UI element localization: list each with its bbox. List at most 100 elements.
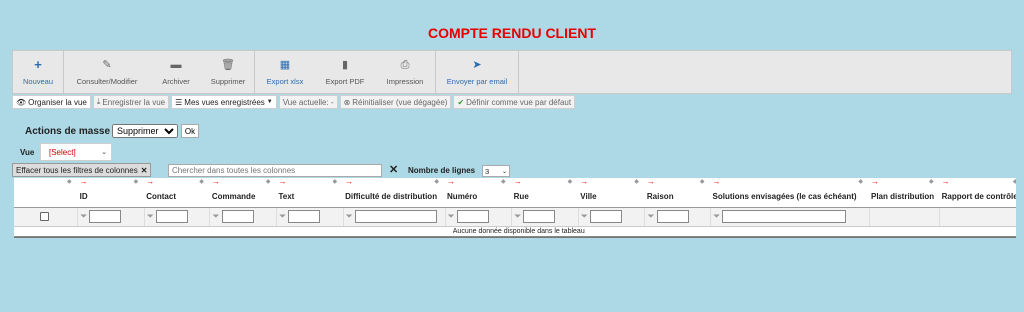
filter-input-contact[interactable] [155,210,188,223]
filter-input-id[interactable] [89,210,122,223]
archive-button[interactable]: ▬ Archiver [150,51,202,93]
filter-input-commande[interactable] [221,210,254,223]
empty-table-message: Aucune donnée disponible dans le tableau [14,226,1016,237]
mass-actions-select[interactable]: Supprimer [112,124,178,138]
select-column-header [14,187,78,208]
filter-input-text[interactable] [288,210,321,223]
save-view-label: Enregistrer la vue [102,97,166,107]
arrow-right-icon[interactable]: → [278,178,286,186]
data-table: ◆ →◆ →◆ →◆ →◆ →◆ →◆ →◆ →◆ →◆ →◆ →◆ →◆ ID… [14,178,1016,238]
arrow-right-icon[interactable]: → [713,178,721,186]
send-email-label: Envoyer par email [446,76,508,86]
move-handle-icon[interactable]: ◆ [434,178,439,185]
filter-input-ville[interactable] [589,210,622,223]
move-handle-icon[interactable]: ◆ [67,178,72,185]
set-default-view-button[interactable]: ✔ Définir comme vue par défaut [453,95,576,109]
filter-input-raison[interactable] [656,210,689,223]
arrow-right-icon[interactable]: → [146,178,154,186]
my-views-dropdown[interactable]: ☰ Mes vues enregistrées ▼ [171,95,277,109]
move-handle-icon[interactable]: ◆ [929,178,934,185]
send-email-button[interactable]: ➤ Envoyer par email [436,51,518,93]
arrow-right-icon[interactable]: → [514,178,522,186]
consult-edit-button[interactable]: ✎ Consulter/Modifier [64,51,150,93]
organize-view-button[interactable]: 👁︎ Organiser la vue [12,95,91,109]
close-icon: ✕ [140,165,148,175]
funnel-icon[interactable]: ⏷ [581,211,588,222]
funnel-icon[interactable]: ⏷ [279,211,286,222]
delete-label: Supprimer [210,76,246,86]
folder-icon: ▬ [170,58,182,71]
move-handle-icon[interactable]: ◆ [134,178,139,185]
rows-count-value: 3 [485,166,490,176]
column-header-ville[interactable]: Ville [578,187,645,208]
move-handle-icon[interactable]: ◆ [634,178,639,185]
column-control: →◆ [445,178,512,187]
arrow-right-icon[interactable]: → [80,178,88,186]
new-button[interactable]: + Nouveau [13,51,63,93]
funnel-icon[interactable]: ⏷ [346,211,353,222]
global-search-input[interactable] [168,164,382,177]
clear-column-filters-button[interactable]: Effacer tous les filtres de colonnes ✕ [12,163,152,177]
column-header-solutions[interactable]: Solutions envisagées (le cas échéant) [710,187,869,208]
ok-button[interactable]: Ok [181,124,199,138]
export-xlsx-button[interactable]: ▦ Export xlsx [255,51,315,93]
print-button[interactable]: ⎙ Impression [375,51,435,93]
toolbar-group-email: ➤ Envoyer par email [436,51,519,93]
vue-select-value: [Select] [49,147,76,157]
archive-label: Archiver [162,76,190,86]
vue-select[interactable]: [Select] ⌄ [40,143,112,161]
arrow-right-icon[interactable]: → [871,178,879,186]
arrow-right-icon[interactable]: → [447,178,455,186]
filter-input-solutions[interactable] [722,210,847,223]
column-header-commande[interactable]: Commande [209,187,277,208]
select-all-checkbox[interactable] [40,212,49,221]
printer-icon: ⎙ [400,58,410,71]
search-clear-icon[interactable]: ✕ [389,163,398,176]
column-header-raison[interactable]: Raison [644,187,711,208]
filter-input-difficulte[interactable] [354,210,437,223]
column-header-rue[interactable]: Rue [511,187,579,208]
delete-button[interactable]: 🗑︎ Supprimer [202,51,254,93]
column-control: →◆ [343,178,446,187]
funnel-icon[interactable]: ⏷ [80,211,87,222]
save-view-button[interactable]: ⤓ Enregistrer la vue [92,95,170,109]
export-pdf-button[interactable]: ▮ Export PDF [315,51,375,93]
arrow-right-icon[interactable]: → [212,178,220,186]
column-header-plan[interactable]: Plan distribution [869,187,940,208]
column-header-text[interactable]: Text [276,187,344,208]
arrow-right-icon[interactable]: → [345,178,353,186]
column-control: →◆ [644,178,711,187]
funnel-icon[interactable]: ⏷ [147,211,154,222]
move-handle-icon[interactable]: ◆ [266,178,271,185]
column-header-id[interactable]: ID [77,187,145,208]
funnel-icon[interactable]: ⏷ [212,211,219,222]
funnel-icon[interactable]: ⏷ [647,211,654,222]
reset-view-button[interactable]: ⊗ Réinitialiser (vue dégagée) [339,95,452,109]
move-handle-icon[interactable]: ◆ [332,178,337,185]
move-handle-icon[interactable]: ◆ [501,178,506,185]
move-handle-icon[interactable]: ◆ [858,178,863,185]
column-header-contact[interactable]: Contact [144,187,210,208]
move-handle-icon[interactable]: ◆ [700,178,705,185]
filter-input-rue[interactable] [523,210,556,223]
arrow-right-icon[interactable]: → [580,178,588,186]
organize-view-label: Organiser la vue [28,97,87,107]
funnel-icon[interactable]: ⏷ [448,211,455,222]
clear-column-filters-label: Effacer tous les filtres de colonnes [16,165,138,175]
move-handle-icon[interactable]: ◆ [199,178,204,185]
filter-cell: ⏷ [644,207,712,227]
column-control: →◆ [511,178,579,187]
funnel-icon[interactable]: ⏷ [713,211,720,222]
rows-count-select[interactable]: 3 ⌄ [482,165,510,177]
move-handle-icon[interactable]: ◆ [568,178,573,185]
move-handle-icon[interactable]: ◆ [1013,178,1016,185]
current-view-indicator: Vue actuelle: - [278,95,338,109]
filter-input-numero[interactable] [456,210,489,223]
funnel-icon[interactable]: ⏷ [514,211,521,222]
column-header-difficulte[interactable]: Difficulté de distribution [343,187,446,208]
column-header-rapport[interactable]: Rapport de contrôle [939,187,1016,208]
column-header-numero[interactable]: Numéro [445,187,512,208]
arrow-right-icon[interactable]: → [647,178,655,186]
header-row: ID Contact Commande Text Difficulté de d… [14,187,1016,208]
arrow-right-icon[interactable]: → [942,178,950,186]
